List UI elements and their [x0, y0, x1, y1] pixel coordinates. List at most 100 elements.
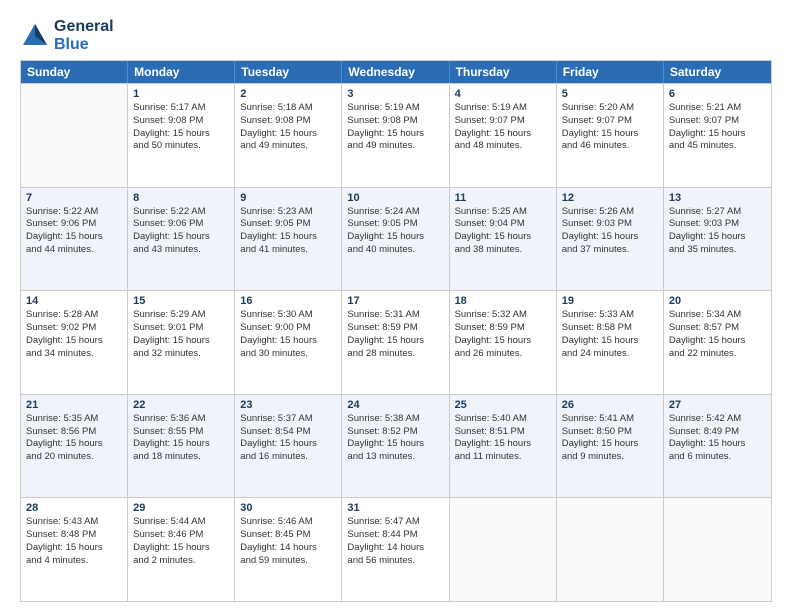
- cell-text: Sunrise: 5:19 AM Sunset: 9:08 PM Dayligh…: [347, 102, 443, 153]
- cell-text: Sunrise: 5:47 AM Sunset: 8:44 PM Dayligh…: [347, 516, 443, 567]
- calendar-row-3: 21Sunrise: 5:35 AM Sunset: 8:56 PM Dayli…: [21, 394, 771, 498]
- day-number: 4: [455, 88, 551, 100]
- day-number: 25: [455, 399, 551, 411]
- day-number: 20: [669, 295, 766, 307]
- calendar-cell-r2-c3: 17 Sunrise: 5:31 AM Sunset: 8:59 PM Dayli…: [342, 291, 449, 394]
- calendar-row-0: 1 Sunrise: 5:17 AM Sunset: 9:08 PM Daylig…: [21, 83, 771, 187]
- day-number: 19: [562, 295, 658, 307]
- day-number: 11: [455, 192, 551, 204]
- cell-text: Sunrise: 5:25 AM Sunset: 9:04 PM Dayligh…: [455, 206, 551, 257]
- day-number: 10: [347, 192, 443, 204]
- logo: General Blue: [20, 18, 114, 54]
- header-saturday: Saturday: [664, 61, 771, 83]
- calendar-cell-r0-c1: 1 Sunrise: 5:17 AM Sunset: 9:08 PM Daylig…: [128, 84, 235, 187]
- day-number: 13: [669, 192, 766, 204]
- day-number: 9: [240, 192, 336, 204]
- day-number: 21: [26, 399, 122, 411]
- calendar-cell-r2-c2: 16 Sunrise: 5:30 AM Sunset: 9:00 PM Dayli…: [235, 291, 342, 394]
- calendar-cell-r2-c4: 18Sunrise: 5:32 AM Sunset: 8:59 PM Dayli…: [450, 291, 557, 394]
- calendar-header: Sunday Monday Tuesday Wednesday Thursday…: [21, 61, 771, 83]
- calendar-cell-r1-c4: 11 Sunrise: 5:25 AM Sunset: 9:04 PM Dayli…: [450, 188, 557, 291]
- cell-text: Sunrise: 5:30 AM Sunset: 9:00 PM Dayligh…: [240, 309, 336, 360]
- calendar: Sunday Monday Tuesday Wednesday Thursday…: [20, 60, 772, 602]
- calendar-cell-r2-c0: 14 Sunrise: 5:28 AM Sunset: 9:02 PM Dayli…: [21, 291, 128, 394]
- calendar-cell-r0-c4: 4Sunrise: 5:19 AM Sunset: 9:07 PM Daylig…: [450, 84, 557, 187]
- calendar-cell-r0-c5: 5Sunrise: 5:20 AM Sunset: 9:07 PM Daylig…: [557, 84, 664, 187]
- header-monday: Monday: [128, 61, 235, 83]
- day-number: 23: [240, 399, 336, 411]
- day-number: 7: [26, 192, 122, 204]
- cell-text: Sunrise: 5:43 AM Sunset: 8:48 PM Dayligh…: [26, 516, 122, 567]
- calendar-cell-r2-c5: 19 Sunrise: 5:33 AM Sunset: 8:58 PM Dayli…: [557, 291, 664, 394]
- cell-text: Sunrise: 5:23 AM Sunset: 9:05 PM Dayligh…: [240, 206, 336, 257]
- cell-text: Sunrise: 5:22 AM Sunset: 9:06 PM Dayligh…: [26, 206, 122, 257]
- calendar-cell-r3-c4: 25Sunrise: 5:40 AM Sunset: 8:51 PM Dayli…: [450, 395, 557, 498]
- day-number: 12: [562, 192, 658, 204]
- day-number: 1: [133, 88, 229, 100]
- day-number: 29: [133, 502, 229, 514]
- day-number: 27: [669, 399, 766, 411]
- cell-text: Sunrise: 5:28 AM Sunset: 9:02 PM Dayligh…: [26, 309, 122, 360]
- cell-text: Sunrise: 5:21 AM Sunset: 9:07 PM Dayligh…: [669, 102, 766, 153]
- calendar-cell-r3-c2: 23 Sunrise: 5:37 AM Sunset: 8:54 PM Dayli…: [235, 395, 342, 498]
- calendar-cell-r0-c2: 2Sunrise: 5:18 AM Sunset: 9:08 PM Daylig…: [235, 84, 342, 187]
- header: General Blue: [20, 18, 772, 54]
- day-number: 2: [240, 88, 336, 100]
- day-number: 22: [133, 399, 229, 411]
- cell-text: Sunrise: 5:37 AM Sunset: 8:54 PM Dayligh…: [240, 413, 336, 464]
- cell-text: Sunrise: 5:29 AM Sunset: 9:01 PM Dayligh…: [133, 309, 229, 360]
- calendar-cell-r4-c4: [450, 498, 557, 601]
- header-tuesday: Tuesday: [235, 61, 342, 83]
- calendar-row-1: 7 Sunrise: 5:22 AM Sunset: 9:06 PM Daylig…: [21, 187, 771, 291]
- cell-text: Sunrise: 5:46 AM Sunset: 8:45 PM Dayligh…: [240, 516, 336, 567]
- day-number: 5: [562, 88, 658, 100]
- cell-text: Sunrise: 5:42 AM Sunset: 8:49 PM Dayligh…: [669, 413, 766, 464]
- calendar-cell-r4-c1: 29 Sunrise: 5:44 AM Sunset: 8:46 PM Dayli…: [128, 498, 235, 601]
- cell-text: Sunrise: 5:17 AM Sunset: 9:08 PM Dayligh…: [133, 102, 229, 153]
- calendar-cell-r3-c5: 26 Sunrise: 5:41 AM Sunset: 8:50 PM Dayli…: [557, 395, 664, 498]
- header-wednesday: Wednesday: [342, 61, 449, 83]
- cell-text: Sunrise: 5:34 AM Sunset: 8:57 PM Dayligh…: [669, 309, 766, 360]
- day-number: 31: [347, 502, 443, 514]
- calendar-cell-r3-c1: 22Sunrise: 5:36 AM Sunset: 8:55 PM Dayli…: [128, 395, 235, 498]
- cell-text: Sunrise: 5:22 AM Sunset: 9:06 PM Dayligh…: [133, 206, 229, 257]
- header-sunday: Sunday: [21, 61, 128, 83]
- calendar-cell-r4-c0: 28 Sunrise: 5:43 AM Sunset: 8:48 PM Dayli…: [21, 498, 128, 601]
- calendar-cell-r0-c0: [21, 84, 128, 187]
- day-number: 8: [133, 192, 229, 204]
- day-number: 6: [669, 88, 766, 100]
- logo-text: General Blue: [54, 18, 114, 54]
- day-number: 17: [347, 295, 443, 307]
- calendar-cell-r3-c3: 24Sunrise: 5:38 AM Sunset: 8:52 PM Dayli…: [342, 395, 449, 498]
- calendar-body: 1 Sunrise: 5:17 AM Sunset: 9:08 PM Daylig…: [21, 83, 771, 601]
- cell-text: Sunrise: 5:32 AM Sunset: 8:59 PM Dayligh…: [455, 309, 551, 360]
- calendar-cell-r1-c5: 12Sunrise: 5:26 AM Sunset: 9:03 PM Dayli…: [557, 188, 664, 291]
- calendar-row-4: 28 Sunrise: 5:43 AM Sunset: 8:48 PM Dayli…: [21, 497, 771, 601]
- day-number: 24: [347, 399, 443, 411]
- calendar-cell-r4-c3: 31 Sunrise: 5:47 AM Sunset: 8:44 PM Dayli…: [342, 498, 449, 601]
- cell-text: Sunrise: 5:44 AM Sunset: 8:46 PM Dayligh…: [133, 516, 229, 567]
- day-number: 3: [347, 88, 443, 100]
- calendar-cell-r2-c1: 15 Sunrise: 5:29 AM Sunset: 9:01 PM Dayli…: [128, 291, 235, 394]
- day-number: 14: [26, 295, 122, 307]
- day-number: 30: [240, 502, 336, 514]
- calendar-cell-r1-c0: 7 Sunrise: 5:22 AM Sunset: 9:06 PM Daylig…: [21, 188, 128, 291]
- header-friday: Friday: [557, 61, 664, 83]
- calendar-cell-r1-c6: 13Sunrise: 5:27 AM Sunset: 9:03 PM Dayli…: [664, 188, 771, 291]
- calendar-cell-r0-c3: 3 Sunrise: 5:19 AM Sunset: 9:08 PM Daylig…: [342, 84, 449, 187]
- day-number: 28: [26, 502, 122, 514]
- cell-text: Sunrise: 5:41 AM Sunset: 8:50 PM Dayligh…: [562, 413, 658, 464]
- cell-text: Sunrise: 5:33 AM Sunset: 8:58 PM Dayligh…: [562, 309, 658, 360]
- cell-text: Sunrise: 5:24 AM Sunset: 9:05 PM Dayligh…: [347, 206, 443, 257]
- calendar-cell-r3-c6: 27 Sunrise: 5:42 AM Sunset: 8:49 PM Dayli…: [664, 395, 771, 498]
- calendar-cell-r4-c5: [557, 498, 664, 601]
- calendar-cell-r3-c0: 21Sunrise: 5:35 AM Sunset: 8:56 PM Dayli…: [21, 395, 128, 498]
- page: General Blue Sunday Monday Tuesday Wedne…: [0, 0, 792, 612]
- calendar-cell-r1-c2: 9 Sunrise: 5:23 AM Sunset: 9:05 PM Daylig…: [235, 188, 342, 291]
- calendar-row-2: 14 Sunrise: 5:28 AM Sunset: 9:02 PM Dayli…: [21, 290, 771, 394]
- day-number: 15: [133, 295, 229, 307]
- cell-text: Sunrise: 5:31 AM Sunset: 8:59 PM Dayligh…: [347, 309, 443, 360]
- day-number: 16: [240, 295, 336, 307]
- day-number: 26: [562, 399, 658, 411]
- calendar-cell-r1-c3: 10 Sunrise: 5:24 AM Sunset: 9:05 PM Dayli…: [342, 188, 449, 291]
